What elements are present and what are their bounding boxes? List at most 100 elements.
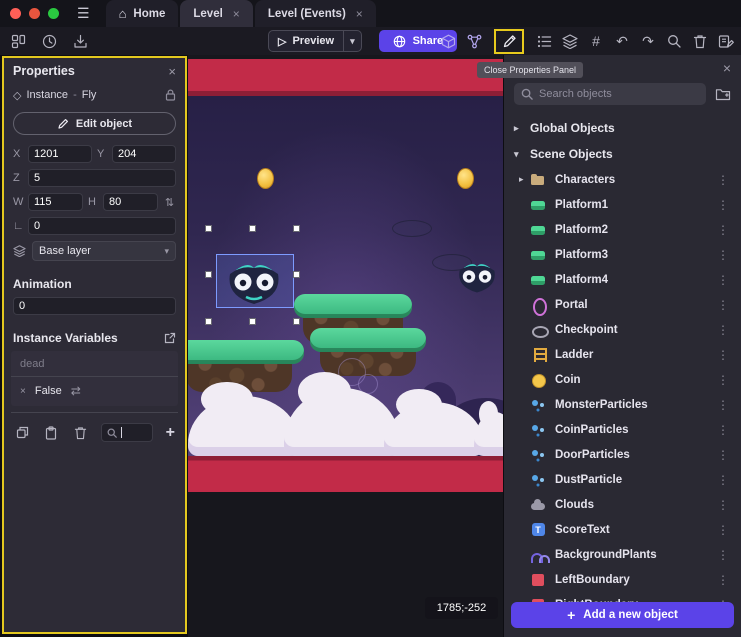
object-list-item[interactable]: LeftBoundary ⋮	[504, 567, 741, 592]
object-list-item[interactable]: DustParticle ⋮	[504, 467, 741, 492]
selection-handle[interactable]	[293, 318, 300, 325]
external-link-icon[interactable]	[164, 332, 176, 344]
object-list-item[interactable]: CoinParticles ⋮	[504, 417, 741, 442]
object-list-item[interactable]: Clouds ⋮	[504, 492, 741, 517]
undo-icon[interactable]: ↶	[614, 34, 630, 48]
object-list-item[interactable]: Checkpoint ⋮	[504, 317, 741, 342]
item-menu-icon[interactable]: ⋮	[713, 448, 733, 462]
object-list-item[interactable]: Platform3 ⋮	[504, 242, 741, 267]
save-icon[interactable]	[72, 34, 88, 49]
group-scene-objects[interactable]: ▾ Scene Objects	[504, 141, 741, 167]
zoom-icon[interactable]	[666, 34, 682, 48]
close-properties-icon[interactable]: ×	[168, 64, 176, 79]
add-new-object-button[interactable]: + Add a new object	[511, 602, 734, 628]
history-clock-icon[interactable]	[41, 34, 57, 49]
item-menu-icon[interactable]: ⋮	[713, 173, 733, 187]
object-list-item[interactable]: Platform2 ⋮	[504, 217, 741, 242]
search-objects-input[interactable]	[539, 88, 699, 100]
object-list-item[interactable]: DoorParticles ⋮	[504, 442, 741, 467]
edit-events-icon[interactable]	[718, 34, 734, 49]
group-global-objects[interactable]: ▸ Global Objects	[504, 115, 741, 141]
selection-handle[interactable]	[205, 225, 212, 232]
selection-handle[interactable]	[249, 318, 256, 325]
window-close-button[interactable]	[10, 8, 21, 19]
mesh-3d-icon[interactable]	[440, 34, 456, 49]
close-tab-icon[interactable]: ×	[356, 7, 363, 21]
width-input[interactable]	[28, 193, 83, 211]
trash-icon[interactable]	[72, 426, 88, 440]
layout-grid-icon[interactable]	[10, 34, 26, 49]
item-menu-icon[interactable]: ⋮	[713, 573, 733, 587]
item-menu-icon[interactable]: ⋮	[713, 273, 733, 287]
aspect-link-icon[interactable]: ⇅	[163, 196, 176, 209]
fly-enemy[interactable]	[453, 262, 501, 294]
trash-icon[interactable]	[692, 34, 708, 49]
enemy-outline[interactable]	[392, 220, 432, 237]
tab-level[interactable]: Level ×	[180, 0, 252, 27]
layers-icon[interactable]	[562, 34, 578, 49]
selection-handle[interactable]	[205, 318, 212, 325]
tab-level-events[interactable]: Level (Events) ×	[255, 0, 376, 27]
search-objects-box[interactable]	[514, 83, 706, 105]
pencil-icon[interactable]	[501, 34, 517, 49]
close-tab-icon[interactable]: ×	[233, 7, 240, 21]
preview-button[interactable]: ▷ Preview ▾	[268, 30, 362, 52]
level-canvas[interactable]: 1785;-252	[188, 55, 503, 637]
object-list-item[interactable]: ▸ Characters ⋮	[504, 167, 741, 192]
grid-icon[interactable]: #	[588, 34, 604, 48]
animation-input[interactable]	[13, 297, 176, 315]
swap-icon[interactable]: ⇄	[71, 384, 81, 398]
selection-handle[interactable]	[249, 225, 256, 232]
item-menu-icon[interactable]: ⋮	[713, 348, 733, 362]
duplicate-icon[interactable]	[14, 426, 30, 439]
edit-object-button[interactable]: Edit object	[13, 112, 176, 135]
item-menu-icon[interactable]: ⋮	[713, 373, 733, 387]
item-menu-icon[interactable]: ⋮	[713, 398, 733, 412]
layer-select[interactable]: Base layer ▾	[32, 241, 176, 261]
object-list-item[interactable]: BackgroundPlants ⋮	[504, 542, 741, 567]
selection-handle[interactable]	[293, 271, 300, 278]
coin-sprite[interactable]	[257, 168, 274, 189]
x-input[interactable]	[28, 145, 92, 163]
hamburger-menu-icon[interactable]: ☰	[77, 5, 90, 22]
redo-icon[interactable]: ↷	[640, 34, 656, 48]
properties-list-icon[interactable]	[536, 34, 552, 49]
tab-home[interactable]: ⌂ Home	[106, 0, 179, 27]
cloud-sprite[interactable]	[284, 388, 400, 456]
window-zoom-button[interactable]	[48, 8, 59, 19]
item-menu-icon[interactable]: ⋮	[713, 298, 733, 312]
add-folder-icon[interactable]	[715, 88, 731, 101]
object-list-item[interactable]: Portal ⋮	[504, 292, 741, 317]
object-list-item[interactable]: ScoreText ⋮	[504, 517, 741, 542]
height-input[interactable]	[103, 193, 158, 211]
preview-dropdown-icon[interactable]: ▾	[344, 36, 361, 47]
item-menu-icon[interactable]: ⋮	[713, 548, 733, 562]
item-menu-icon[interactable]: ⋮	[713, 523, 733, 537]
window-minimize-button[interactable]	[29, 8, 40, 19]
lock-icon[interactable]	[165, 89, 176, 101]
selection-handle[interactable]	[293, 225, 300, 232]
object-list-item[interactable]: Coin ⋮	[504, 367, 741, 392]
item-menu-icon[interactable]: ⋮	[713, 473, 733, 487]
angle-input[interactable]	[28, 217, 176, 235]
object-list-item[interactable]: MonsterParticles ⋮	[504, 392, 741, 417]
item-menu-icon[interactable]: ⋮	[713, 248, 733, 262]
item-menu-icon[interactable]: ⋮	[713, 323, 733, 337]
z-input[interactable]	[28, 169, 176, 187]
item-menu-icon[interactable]: ⋮	[713, 198, 733, 212]
hierarchy-nodes-icon[interactable]	[466, 34, 482, 49]
variable-value-row[interactable]: × False ⇄	[11, 379, 178, 403]
variables-search-input[interactable]	[101, 423, 153, 442]
y-input[interactable]	[112, 145, 176, 163]
object-list-item[interactable]: Ladder ⋮	[504, 342, 741, 367]
object-list-item[interactable]: Platform1 ⋮	[504, 192, 741, 217]
item-menu-icon[interactable]: ⋮	[713, 423, 733, 437]
item-menu-icon[interactable]: ⋮	[713, 498, 733, 512]
object-list-item[interactable]: Platform4 ⋮	[504, 267, 741, 292]
selection-handle[interactable]	[205, 271, 212, 278]
coin-sprite[interactable]	[457, 168, 474, 189]
add-variable-button[interactable]: +	[166, 424, 175, 442]
item-menu-icon[interactable]: ⋮	[713, 223, 733, 237]
clipboard-icon[interactable]	[43, 426, 59, 440]
close-objects-panel-icon[interactable]: ×	[723, 60, 731, 76]
